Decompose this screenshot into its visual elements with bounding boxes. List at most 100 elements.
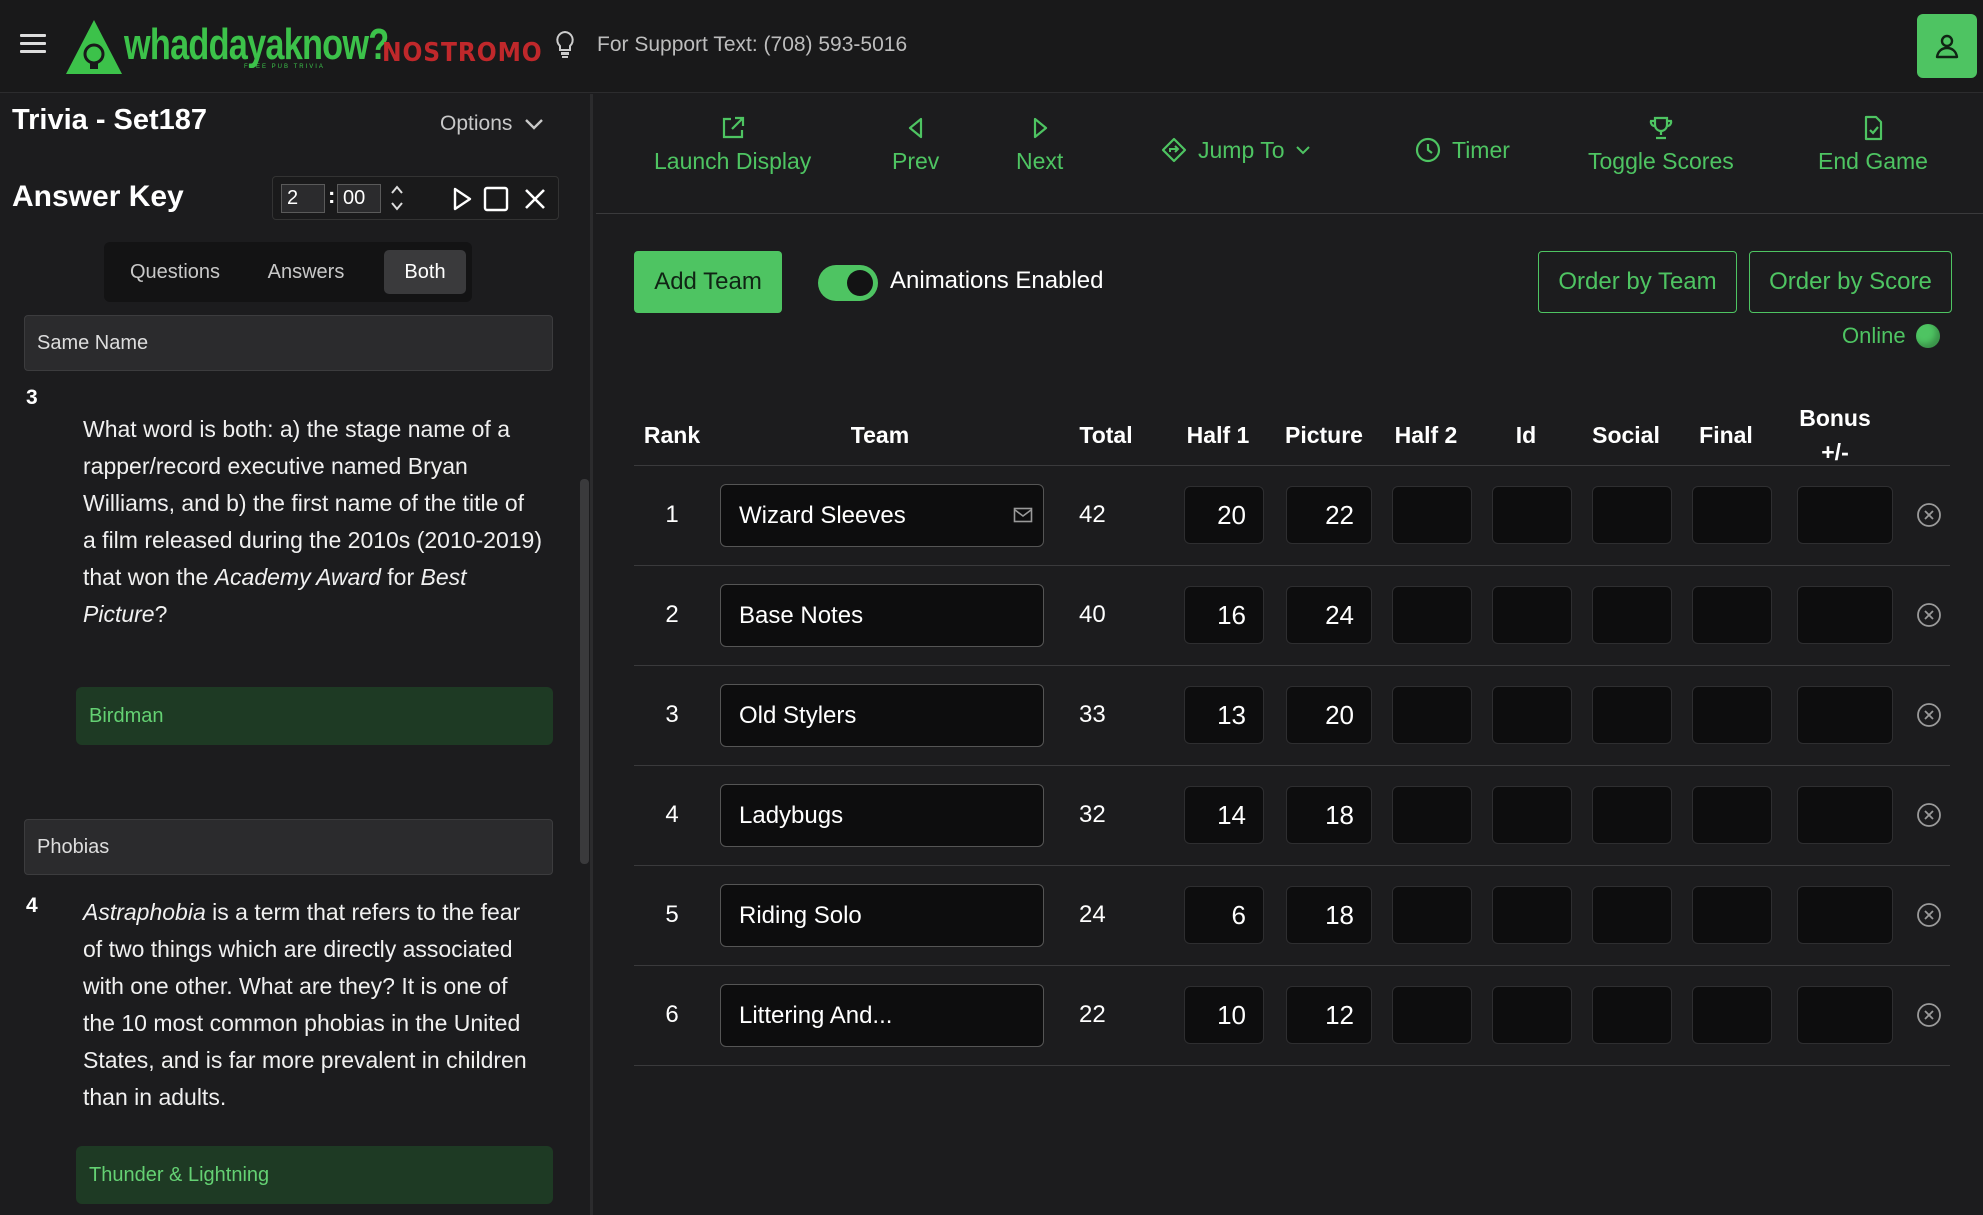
panel-scrollbar[interactable] xyxy=(580,479,589,864)
order-by-team-button[interactable]: Order by Team xyxy=(1538,251,1737,313)
score-input-half1[interactable]: 16 xyxy=(1184,586,1264,644)
toggle-scores-button[interactable]: Toggle Scores xyxy=(1588,114,1734,175)
timer-seconds-input[interactable]: 00 xyxy=(337,184,381,213)
user-button[interactable] xyxy=(1917,14,1977,78)
score-input-social[interactable] xyxy=(1592,686,1672,744)
score-input-id[interactable] xyxy=(1492,586,1572,644)
close-icon[interactable] xyxy=(523,187,547,211)
animations-toggle[interactable] xyxy=(818,265,878,301)
score-input-half2[interactable] xyxy=(1392,786,1472,844)
score-input-final[interactable] xyxy=(1692,886,1772,944)
score-input-half2[interactable] xyxy=(1392,586,1472,644)
column-header-half2: Half 2 xyxy=(1394,422,1458,448)
play-icon[interactable] xyxy=(451,186,473,212)
end-game-button[interactable]: End Game xyxy=(1818,114,1928,175)
score-input-final[interactable] xyxy=(1692,586,1772,644)
remove-team-icon[interactable] xyxy=(1916,602,1942,628)
remove-team-icon[interactable] xyxy=(1916,802,1942,828)
score-input-half1[interactable]: 6 xyxy=(1184,886,1264,944)
add-team-button[interactable]: Add Team xyxy=(634,251,782,313)
score-input-social[interactable] xyxy=(1592,986,1672,1044)
next-label: Next xyxy=(1016,148,1064,174)
team-name-input[interactable]: Riding Solo xyxy=(720,884,1044,947)
remove-team-icon[interactable] xyxy=(1916,702,1942,728)
options-dropdown[interactable]: Options xyxy=(440,112,544,136)
score-input-half1[interactable]: 13 xyxy=(1184,686,1264,744)
score-input-bonus[interactable] xyxy=(1797,586,1893,644)
score-input-half1[interactable]: 10 xyxy=(1184,986,1264,1044)
animations-label: Animations Enabled xyxy=(890,267,1104,294)
team-name-input[interactable]: Base Notes xyxy=(720,584,1044,647)
next-button[interactable]: Next xyxy=(1016,114,1063,175)
score-input-social[interactable] xyxy=(1592,486,1672,544)
row-divider xyxy=(634,1065,1950,1066)
jump-to-dropdown[interactable]: Jump To xyxy=(1160,136,1311,164)
menu-icon[interactable] xyxy=(20,34,46,56)
view-segmented-control: Questions Answers Both xyxy=(104,242,472,302)
score-input-social[interactable] xyxy=(1592,586,1672,644)
column-header-rank: Rank xyxy=(643,422,701,448)
order-by-score-button[interactable]: Order by Score xyxy=(1749,251,1952,313)
remove-team-icon[interactable] xyxy=(1916,502,1942,528)
team-name: Littering And... xyxy=(739,1002,893,1029)
score-input-picture[interactable]: 12 xyxy=(1286,986,1372,1044)
score-input-id[interactable] xyxy=(1492,786,1572,844)
score-input-social[interactable] xyxy=(1592,886,1672,944)
remove-team-icon[interactable] xyxy=(1916,902,1942,928)
team-name: Ladybugs xyxy=(739,802,844,829)
score-input-picture[interactable]: 18 xyxy=(1286,786,1372,844)
score-input-id[interactable] xyxy=(1492,686,1572,744)
score-input-bonus[interactable] xyxy=(1797,686,1893,744)
question-text: Astraphobia is a term that refers to the… xyxy=(83,899,527,1110)
score-input-bonus[interactable] xyxy=(1797,986,1893,1044)
team-name-input[interactable]: Wizard Sleeves xyxy=(720,484,1044,547)
total-cell: 40 xyxy=(1079,601,1106,628)
team-name: Wizard Sleeves xyxy=(739,502,906,529)
score-input-id[interactable] xyxy=(1492,886,1572,944)
lightbulb-icon xyxy=(556,30,574,58)
prev-button[interactable]: Prev xyxy=(892,114,939,175)
launch-display-button[interactable]: Launch Display xyxy=(654,114,811,175)
team-name-input[interactable]: Ladybugs xyxy=(720,784,1044,847)
remove-team-icon[interactable] xyxy=(1916,1002,1942,1028)
score-input-id[interactable] xyxy=(1492,986,1572,1044)
jump-to-label: Jump To xyxy=(1198,136,1285,163)
timer-label: Timer xyxy=(1452,136,1510,163)
segment-questions[interactable]: Questions xyxy=(114,250,236,294)
team-name-input[interactable]: Littering And... xyxy=(720,984,1044,1047)
score-input-final[interactable] xyxy=(1692,986,1772,1044)
launch-display-label: Launch Display xyxy=(654,148,812,174)
score-input-picture[interactable]: 18 xyxy=(1286,886,1372,944)
score-input-picture[interactable]: 20 xyxy=(1286,686,1372,744)
score-input-picture[interactable]: 22 xyxy=(1286,486,1372,544)
column-header-final: Final xyxy=(1699,422,1753,448)
stepper-icon[interactable] xyxy=(389,182,405,214)
team-name-input[interactable]: Old Stylers xyxy=(720,684,1044,747)
segment-both[interactable]: Both xyxy=(384,250,466,294)
score-input-half1[interactable]: 14 xyxy=(1184,786,1264,844)
mail-icon[interactable] xyxy=(1013,506,1033,524)
timer-minutes-input[interactable]: 2 xyxy=(281,184,325,213)
score-input-final[interactable] xyxy=(1692,686,1772,744)
column-header-total: Total xyxy=(1079,422,1133,448)
score-input-final[interactable] xyxy=(1692,786,1772,844)
score-input-bonus[interactable] xyxy=(1797,786,1893,844)
score-input-half2[interactable] xyxy=(1392,486,1472,544)
score-input-half1[interactable]: 20 xyxy=(1184,486,1264,544)
score-input-half2[interactable] xyxy=(1392,886,1472,944)
score-input-picture[interactable]: 24 xyxy=(1286,586,1372,644)
score-input-final[interactable] xyxy=(1692,486,1772,544)
score-input-half2[interactable] xyxy=(1392,686,1472,744)
segment-answers[interactable]: Answers xyxy=(244,250,368,294)
score-input-id[interactable] xyxy=(1492,486,1572,544)
stop-icon[interactable] xyxy=(483,186,509,212)
total-cell: 22 xyxy=(1079,1001,1106,1028)
total-cell: 42 xyxy=(1079,501,1106,528)
score-input-bonus[interactable] xyxy=(1797,886,1893,944)
timer-button[interactable]: Timer xyxy=(1414,136,1510,164)
score-input-half2[interactable] xyxy=(1392,986,1472,1044)
row-divider xyxy=(634,865,1950,866)
score-input-bonus[interactable] xyxy=(1797,486,1893,544)
rank-cell: 3 xyxy=(665,701,679,728)
score-input-social[interactable] xyxy=(1592,786,1672,844)
